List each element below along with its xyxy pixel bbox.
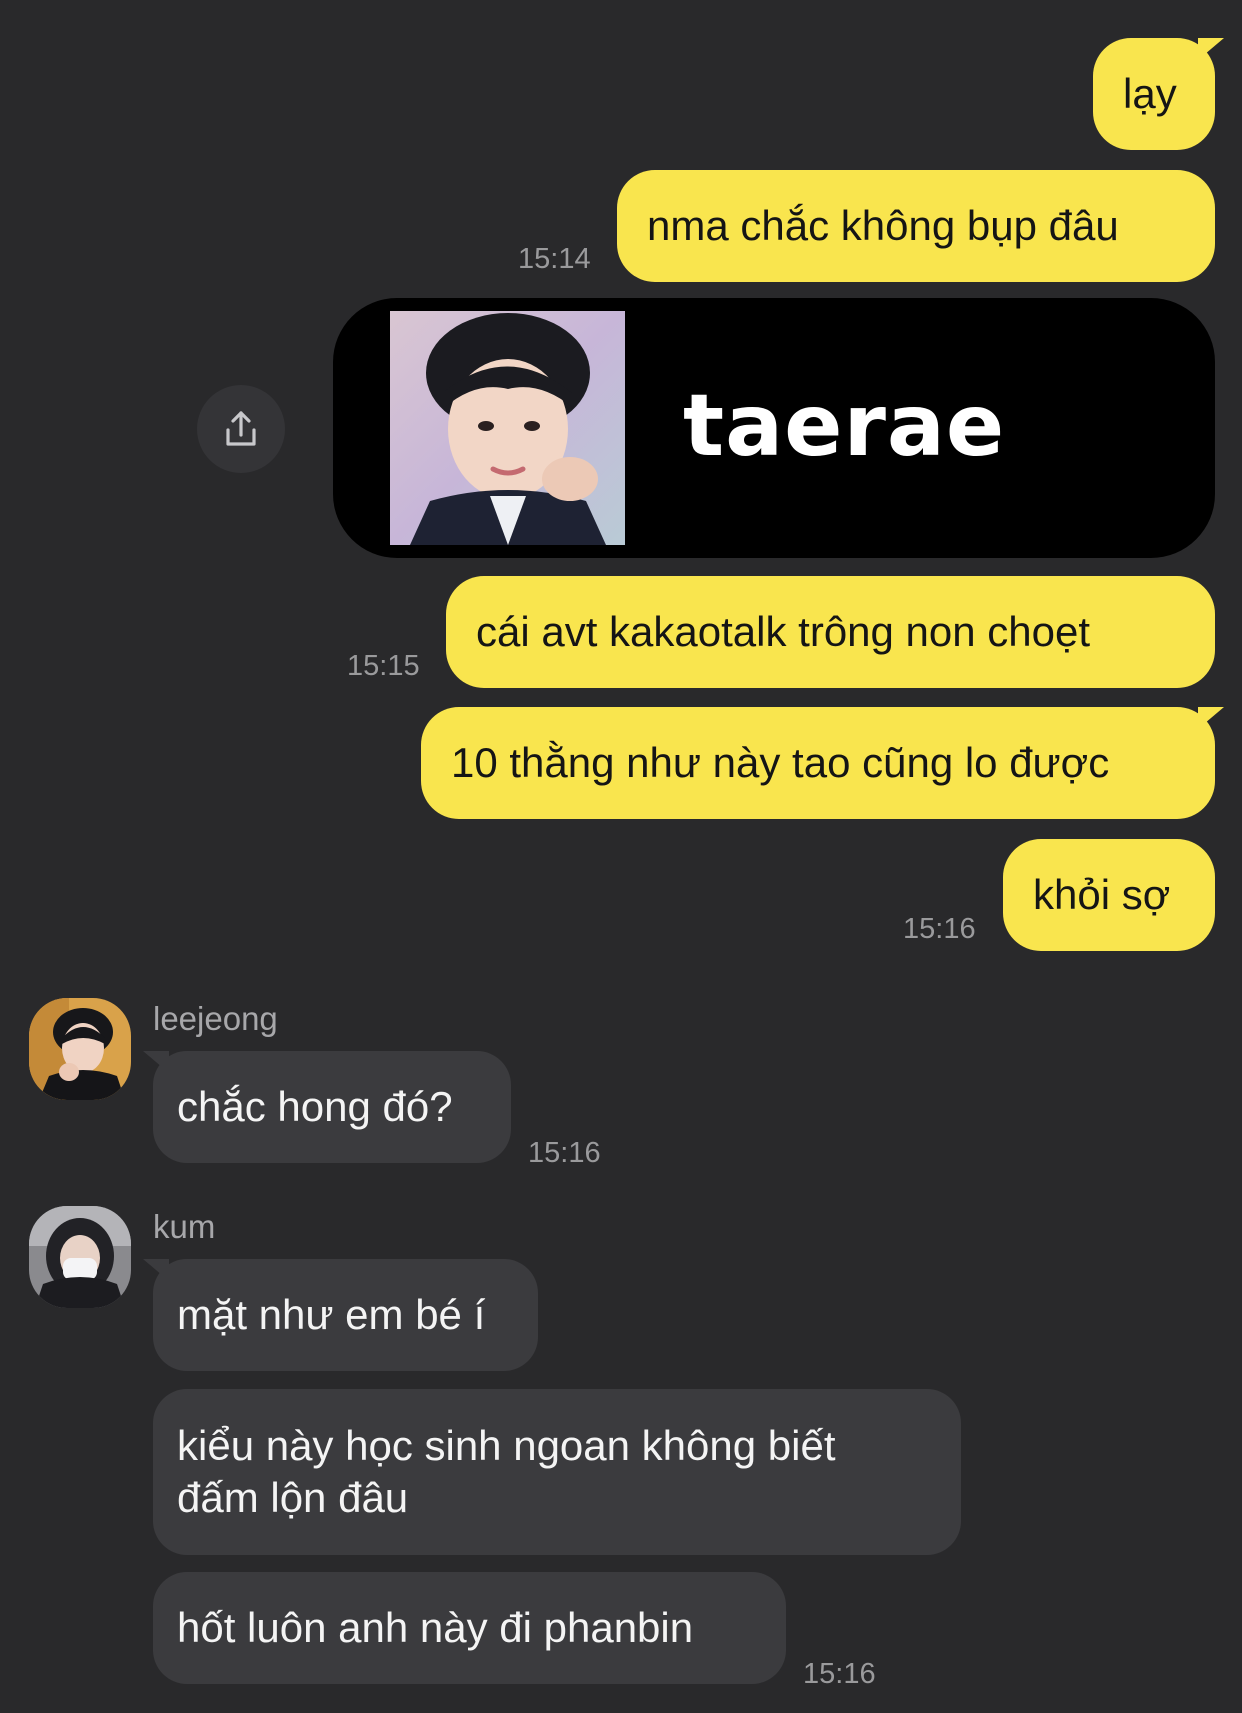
message-text: 10 thằng như này tao cũng lo được (451, 739, 1110, 786)
avatar[interactable] (29, 1206, 131, 1308)
shared-image-message[interactable]: taerae (333, 298, 1215, 558)
outgoing-message-bubble[interactable]: cái avt kakaotalk trông non choẹt (446, 576, 1215, 688)
bubble-tail (1198, 38, 1224, 60)
incoming-message-bubble[interactable]: kiểu này học sinh ngoan không biết đấm l… (153, 1389, 961, 1555)
sender-name: leejeong (153, 1000, 278, 1037)
outgoing-message-bubble[interactable]: 10 thằng như này tao cũng lo được (421, 707, 1215, 819)
outgoing-message-bubble[interactable]: khỏi sợ (1003, 839, 1215, 951)
image-caption-text: taerae (683, 376, 1006, 476)
bubble-tail (143, 1259, 169, 1281)
timestamp: 15:16 (903, 913, 976, 945)
message-text: đấm lộn đâu (177, 1474, 409, 1521)
message-text: cái avt kakaotalk trông non choẹt (476, 608, 1091, 655)
timestamp: 15:14 (518, 243, 591, 275)
timestamp: 15:16 (803, 1658, 876, 1690)
timestamp: 15:16 (528, 1137, 601, 1169)
message-text: lạy (1123, 70, 1177, 117)
bubble-tail (143, 1051, 169, 1073)
share-icon (226, 411, 256, 446)
incoming-message-bubble[interactable]: mặt như em bé í (153, 1259, 538, 1371)
avatar[interactable] (29, 998, 131, 1100)
incoming-message-bubble[interactable]: chắc hong đó? (153, 1051, 511, 1163)
outgoing-message-bubble[interactable]: nma chắc không bụp đâu (617, 170, 1215, 282)
incoming-message-bubble[interactable]: hốt luôn anh này đi phanbin (153, 1572, 786, 1684)
sender-name: kum (153, 1208, 216, 1245)
outgoing-message-bubble[interactable]: lạy (1093, 38, 1215, 150)
share-button[interactable] (197, 385, 285, 473)
message-text: kiểu này học sinh ngoan không biết (177, 1422, 836, 1469)
timestamp: 15:15 (347, 650, 420, 682)
message-text: hốt luôn anh này đi phanbin (177, 1604, 694, 1651)
message-text: nma chắc không bụp đâu (647, 202, 1119, 249)
bubble-tail (1198, 707, 1224, 729)
message-text: chắc hong đó? (177, 1083, 453, 1130)
message-text: mặt như em bé í (177, 1291, 486, 1338)
message-text: khỏi sợ (1033, 871, 1171, 918)
profile-photo-image (390, 311, 625, 545)
